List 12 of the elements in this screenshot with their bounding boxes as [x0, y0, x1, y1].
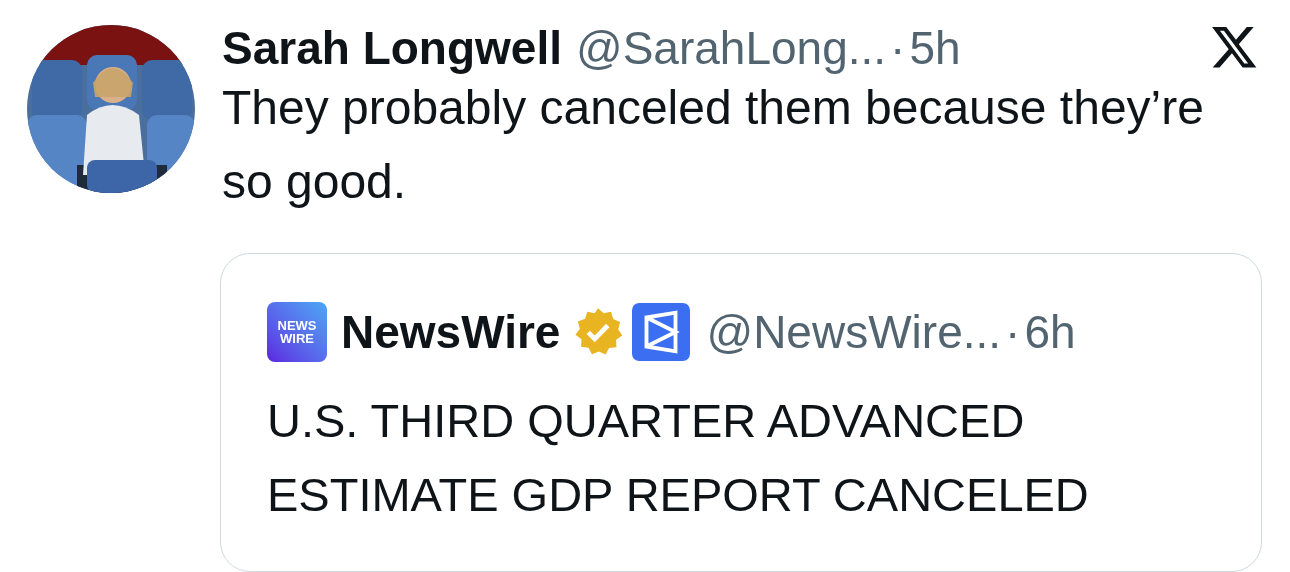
post-time[interactable]: 5h: [909, 25, 961, 71]
quoted-author-name[interactable]: NewsWire: [341, 309, 561, 355]
post-text: They probably canceled them because they’re so good.: [222, 80, 1205, 210]
separator-dot: ·: [1005, 309, 1021, 355]
quoted-post-card[interactable]: NEWS WIRE NewsWire @NewsWire...·6h U.S. THIRD QUARTER ADVANCED ESTIMATE GDP REPORT CANCELED: [220, 253, 1262, 572]
quoted-post-text: ESTIMATE GDP REPORT CANCELED: [267, 467, 1090, 523]
quoted-author-handle[interactable]: @NewsWire...: [706, 309, 1002, 355]
x-logo-icon: [1212, 27, 1258, 69]
quoted-post-time[interactable]: 6h: [1024, 309, 1076, 355]
separator-dot: ·: [890, 25, 906, 71]
quoted-post-text: U.S. THIRD QUARTER ADVANCED: [267, 393, 1026, 449]
newswire-logo-icon: NEWS WIRE: [267, 302, 327, 362]
